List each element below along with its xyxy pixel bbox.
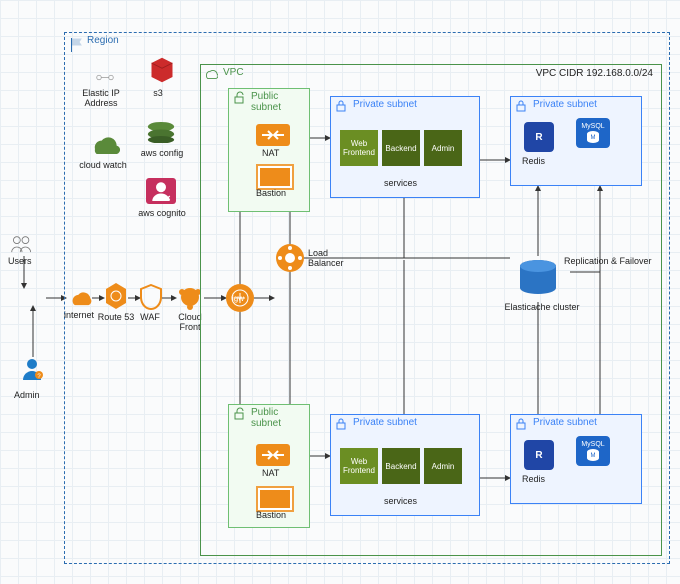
elasticache-icon bbox=[516, 258, 560, 298]
lock-icon bbox=[514, 417, 528, 431]
redis-1: R bbox=[524, 122, 554, 152]
priv-app1-label: Private subnet bbox=[353, 99, 417, 110]
lock-open-icon bbox=[232, 91, 246, 105]
web-frontend-1: Web Frontend bbox=[340, 130, 378, 166]
bastion-1 bbox=[256, 164, 294, 190]
backend-2: Backend bbox=[382, 448, 420, 484]
admin-svc-1: Admin bbox=[424, 130, 462, 166]
route53-icon bbox=[104, 282, 128, 310]
region-label: Region bbox=[87, 35, 119, 46]
pub2-label: Public subnet bbox=[251, 407, 295, 429]
bastion-2 bbox=[256, 486, 294, 512]
cloudwatch-icon bbox=[90, 132, 120, 156]
vpc-icon bbox=[204, 67, 218, 81]
cloudwatch-label: cloud watch bbox=[78, 160, 128, 170]
priv-db1-label: Private subnet bbox=[533, 99, 597, 110]
bastion1-label: Bastion bbox=[256, 188, 286, 198]
mysql2-label: MySQL bbox=[581, 441, 604, 448]
route53-label: Route 53 bbox=[96, 312, 136, 322]
elasticache-label: Elasticache cluster bbox=[498, 302, 586, 312]
admin-label: Admin bbox=[14, 390, 40, 400]
redis2-label: Redis bbox=[522, 474, 545, 484]
eip-icon bbox=[96, 72, 114, 82]
awsconfig-icon bbox=[146, 120, 176, 144]
vpc-cidr: VPC CIDR 192.168.0.0/24 bbox=[536, 68, 653, 79]
cognito-label: aws cognito bbox=[134, 208, 190, 218]
lock-icon bbox=[334, 99, 348, 113]
users-label: Users bbox=[8, 256, 32, 266]
s3-icon bbox=[148, 56, 176, 84]
nat-2 bbox=[256, 444, 290, 466]
diagram-canvas: Region Elastic IP Address s3 cloud watch… bbox=[0, 0, 680, 584]
nat1-label: NAT bbox=[262, 148, 279, 158]
priv-db2-label: Private subnet bbox=[533, 417, 597, 428]
cognito-icon bbox=[146, 178, 176, 204]
admin-svc-2: Admin bbox=[424, 448, 462, 484]
lock-open-icon bbox=[232, 407, 246, 421]
lock-icon bbox=[334, 417, 348, 431]
vpc-label: VPC bbox=[223, 67, 244, 78]
pub1-label: Public subnet bbox=[251, 91, 309, 113]
bastion2-label: Bastion bbox=[256, 510, 286, 520]
lb-label: Load Balancer bbox=[308, 248, 358, 268]
internet-label: internet bbox=[64, 310, 94, 320]
load-balancer bbox=[276, 244, 304, 272]
replication-label: Replication & Failover bbox=[564, 256, 664, 266]
waf-icon bbox=[140, 284, 162, 310]
svg-text:M: M bbox=[591, 135, 596, 141]
services2-label: services bbox=[384, 496, 417, 506]
lock-icon bbox=[514, 99, 528, 113]
priv-app2-label: Private subnet bbox=[353, 417, 417, 428]
services1-label: services bbox=[384, 178, 417, 188]
eip-label: Elastic IP Address bbox=[78, 88, 124, 108]
igw-label: igw bbox=[232, 294, 244, 303]
waf-label: WAF bbox=[132, 312, 168, 322]
redis-2: R bbox=[524, 440, 554, 470]
mysql1-label: MySQL bbox=[581, 123, 604, 130]
nat-1 bbox=[256, 124, 290, 146]
mysql-1: MySQL M bbox=[576, 118, 610, 148]
internet-icon bbox=[68, 286, 92, 308]
awsconfig-label: aws config bbox=[134, 148, 190, 158]
web-frontend-2: Web Frontend bbox=[340, 448, 378, 484]
admin-icon: ? bbox=[20, 356, 44, 380]
svg-text:M: M bbox=[591, 453, 596, 459]
redis1-label: Redis bbox=[522, 156, 545, 166]
users-icon bbox=[10, 234, 34, 254]
mysql-2: MySQL M bbox=[576, 436, 610, 466]
nat2-label: NAT bbox=[262, 468, 279, 478]
s3-label: s3 bbox=[138, 88, 178, 98]
flag-icon bbox=[69, 37, 85, 53]
backend-1: Backend bbox=[382, 130, 420, 166]
